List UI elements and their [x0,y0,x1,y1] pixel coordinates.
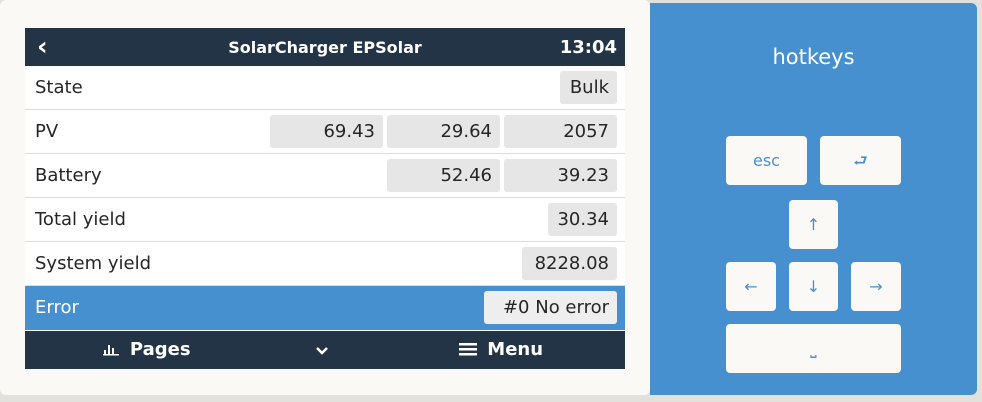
row-label: Error [35,297,79,318]
row-label: System yield [35,253,151,274]
hamburger-icon [459,339,487,360]
space-icon: ⎵ [810,339,817,358]
page-title: SolarCharger EPSolar [228,37,422,57]
pv-power-value: 2057 [504,115,617,148]
total-yield-value: 30.34 [548,203,617,236]
pv-voltage-value: 69.43 [270,115,383,148]
space-key[interactable]: ⎵ [726,324,901,373]
list-item-battery[interactable]: Battery 52.46 39.23 [25,154,625,198]
list-item-system-yield[interactable]: System yield 8228.08 [25,242,625,286]
error-value: #0 No error [484,291,617,324]
pages-label: Pages [129,339,191,360]
state-value: Bulk [560,71,617,104]
row-label: PV [35,121,59,142]
arrow-right-icon: → [869,277,883,296]
hotkeys-title: hotkeys [772,45,855,69]
list-item-error[interactable]: Error #0 No error [25,286,625,330]
arrow-left-icon: ← [744,277,758,296]
esc-key-label: esc [753,151,780,170]
list-item-pv[interactable]: PV 69.43 29.64 2057 [25,110,625,154]
esc-key[interactable]: esc [726,136,807,185]
pv-current-value: 29.64 [387,115,500,148]
enter-key[interactable]: ⮐ [820,136,901,185]
battery-voltage-value: 52.46 [387,159,500,192]
row-label: State [35,77,83,98]
clock: 13:04 [559,36,617,58]
down-key[interactable]: ↓ [789,262,838,311]
up-key[interactable]: ↑ [789,200,838,249]
menu-label: Menu [487,339,544,360]
hotkeys-panel: hotkeys esc ⮐ ↑ ← ↓ → ⎵ [650,3,977,395]
battery-current-value: 39.23 [504,159,617,192]
chevron-down-icon[interactable] [315,331,329,369]
enter-icon: ⮐ [853,151,868,170]
right-key[interactable]: → [851,262,901,311]
arrow-down-icon: ↓ [806,277,821,296]
bar-chart-icon [103,343,124,359]
system-yield-value: 8228.08 [522,247,617,280]
footer-bar: Pages Menu [25,331,625,369]
list-item-total-yield[interactable]: Total yield 30.34 [25,198,625,242]
device-panel: ‹ SolarCharger EPSolar 13:04 State Bulk … [0,0,650,395]
header-bar: ‹ SolarCharger EPSolar 13:04 [25,28,625,66]
menu-button[interactable]: Menu [459,331,543,369]
row-label: Total yield [35,209,126,230]
device-screen: ‹ SolarCharger EPSolar 13:04 State Bulk … [25,28,625,369]
row-label: Battery [35,165,102,186]
list-item-state[interactable]: State Bulk [25,66,625,110]
pages-button[interactable]: Pages [103,331,191,370]
left-key[interactable]: ← [726,262,776,311]
arrow-up-icon: ↑ [806,215,821,234]
